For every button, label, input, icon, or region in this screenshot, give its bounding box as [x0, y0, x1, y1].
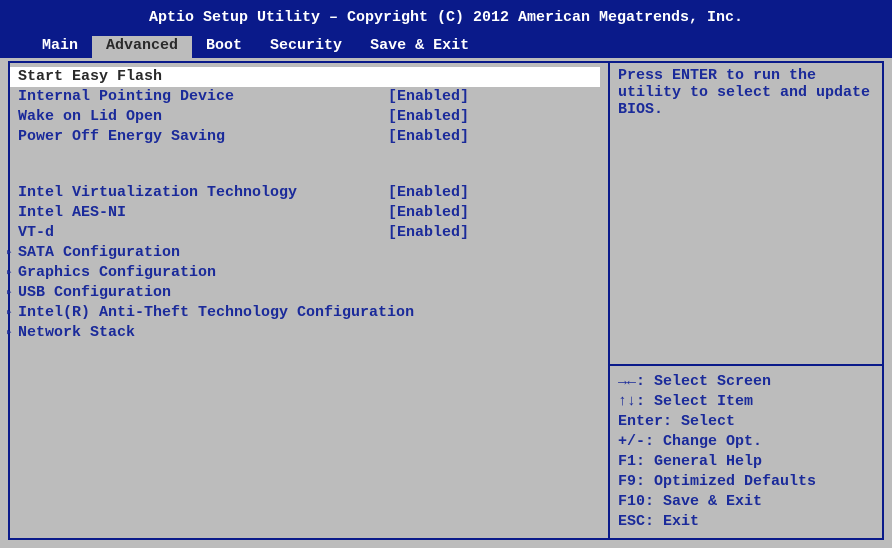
help-keys: →←: Select Screen ↑↓: Select Item Enter:…	[610, 366, 882, 538]
tab-bar: Main Advanced Boot Security Save & Exit	[0, 36, 892, 58]
menu-value: [Enabled]	[388, 183, 469, 203]
submenu-usb-configuration[interactable]: USB Configuration	[18, 283, 600, 303]
help-key-general-help: F1: General Help	[618, 452, 874, 472]
menu-label: Wake on Lid Open	[18, 107, 388, 127]
menu-intel-virtualization[interactable]: Intel Virtualization Technology [Enabled…	[18, 183, 600, 203]
help-key-esc: ESC: Exit	[618, 512, 874, 532]
help-pane: Press ENTER to run the utility to select…	[608, 61, 884, 540]
submenu-sata-configuration[interactable]: SATA Configuration	[18, 243, 600, 263]
help-key-save-exit: F10: Save & Exit	[618, 492, 874, 512]
tab-advanced[interactable]: Advanced	[92, 36, 192, 58]
menu-label: Intel Virtualization Technology	[18, 183, 388, 203]
menu-label: VT-d	[18, 223, 388, 243]
tab-main[interactable]: Main	[28, 36, 92, 58]
header-title: Aptio Setup Utility – Copyright (C) 2012…	[149, 9, 743, 26]
spacer	[18, 147, 600, 183]
menu-power-off-energy-saving[interactable]: Power Off Energy Saving [Enabled]	[18, 127, 600, 147]
help-key-select-screen: →←: Select Screen	[618, 372, 874, 392]
submenu-intel-anti-theft[interactable]: Intel(R) Anti-Theft Technology Configura…	[18, 303, 600, 323]
menu-label: Internal Pointing Device	[18, 87, 388, 107]
submenu-label: USB Configuration	[18, 284, 171, 301]
menu-value: [Enabled]	[388, 87, 469, 107]
tab-save-exit[interactable]: Save & Exit	[356, 36, 483, 58]
submenu-label: SATA Configuration	[18, 244, 180, 261]
menu-value: [Enabled]	[388, 223, 469, 243]
menu-value: [Enabled]	[388, 107, 469, 127]
content-wrapper: Start Easy Flash Internal Pointing Devic…	[0, 58, 892, 548]
menu-value: [Enabled]	[388, 127, 469, 147]
submenu-network-stack[interactable]: Network Stack	[18, 323, 600, 343]
menu-wake-on-lid-open[interactable]: Wake on Lid Open [Enabled]	[18, 107, 600, 127]
settings-pane: Start Easy Flash Internal Pointing Devic…	[8, 61, 608, 540]
tab-boot[interactable]: Boot	[192, 36, 256, 58]
help-key-optimized-defaults: F9: Optimized Defaults	[618, 472, 874, 492]
help-text: Press ENTER to run the utility to select…	[610, 63, 882, 364]
submenu-label: Intel(R) Anti-Theft Technology Configura…	[18, 304, 414, 321]
help-key-change-opt: +/-: Change Opt.	[618, 432, 874, 452]
submenu-label: Network Stack	[18, 324, 135, 341]
menu-vt-d[interactable]: VT-d [Enabled]	[18, 223, 600, 243]
menu-label: Power Off Energy Saving	[18, 127, 388, 147]
menu-intel-aes-ni[interactable]: Intel AES-NI [Enabled]	[18, 203, 600, 223]
menu-label: Intel AES-NI	[18, 203, 388, 223]
header-bar: Aptio Setup Utility – Copyright (C) 2012…	[0, 0, 892, 36]
submenu-label: Graphics Configuration	[18, 264, 216, 281]
menu-value: [Enabled]	[388, 203, 469, 223]
help-key-select-item: ↑↓: Select Item	[618, 392, 874, 412]
submenu-graphics-configuration[interactable]: Graphics Configuration	[18, 263, 600, 283]
menu-internal-pointing-device[interactable]: Internal Pointing Device [Enabled]	[18, 87, 600, 107]
menu-start-easy-flash[interactable]: Start Easy Flash	[10, 67, 600, 87]
tab-security[interactable]: Security	[256, 36, 356, 58]
menu-label: Start Easy Flash	[18, 67, 388, 87]
help-key-enter: Enter: Select	[618, 412, 874, 432]
